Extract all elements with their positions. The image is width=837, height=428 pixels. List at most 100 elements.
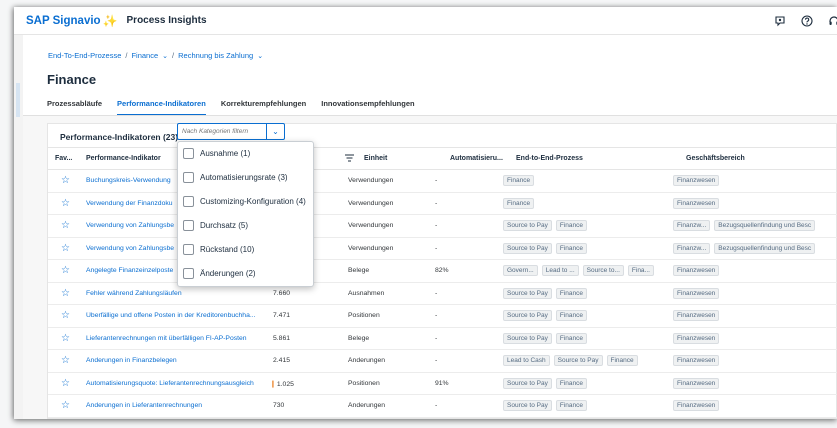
unit-cell: Positionen — [348, 379, 380, 387]
help-icon[interactable] — [800, 14, 814, 28]
table-row[interactable]: ☆ Änderungen in Finanzbelegen 2.415 Änderun… — [48, 350, 837, 373]
checkbox[interactable] — [183, 243, 194, 255]
table-row[interactable]: ☆ Verwendung von Zahlungsbe Verwendungen - S… — [48, 215, 837, 238]
favorite-star-icon[interactable]: ☆ — [61, 175, 70, 186]
indicator-link[interactable]: Änderungen in Finanzbelegen — [86, 357, 264, 364]
breadcrumb-item-rechnung[interactable]: Rechnung bis Zahlung — [178, 51, 253, 60]
favorite-star-icon[interactable]: ☆ — [61, 198, 70, 209]
indicator-value-text: 730 — [273, 402, 285, 409]
indicator-value-text: 2.415 — [273, 357, 291, 364]
chevron-down-icon[interactable]: ⌄ — [266, 124, 284, 139]
category-filter[interactable]: ⌄ — [177, 123, 285, 140]
sort-filter-icon[interactable] — [345, 154, 354, 164]
indicator-value-text: 5.861 — [273, 334, 291, 342]
process-tags: Lead to Cash Source to Pay Finance — [503, 355, 663, 366]
col-header-indicator[interactable]: Performance-Indikator — [86, 155, 161, 162]
indicator-value-text: 7.660 — [273, 289, 291, 297]
col-header-e2e-process[interactable]: End-to-End-Prozess — [516, 155, 583, 162]
process-tags: Finance — [503, 175, 663, 186]
breadcrumb-item-e2e[interactable]: End-To-End-Prozesse — [48, 51, 121, 60]
table-row[interactable]: ☆ Buchungskreis-Verwendung Verwendungen - Fi… — [48, 170, 837, 193]
dropdown-option[interactable]: Ausnahme (1) — [183, 145, 250, 161]
business-tag: Finanzw... — [673, 220, 711, 231]
table-row[interactable]: ☆ Verwendung von Zahlungsbe Verwendungen - S… — [48, 238, 837, 260]
favorite-star-icon[interactable]: ☆ — [61, 310, 70, 321]
category-dropdown: Ausnahme (1) Automatisierungsrate (3) Cu… — [177, 141, 314, 287]
indicator-link[interactable]: Fehler während Zahlungsläufen — [86, 290, 264, 297]
favorite-star-icon[interactable]: ☆ — [61, 400, 70, 411]
dropdown-option[interactable]: Änderungen (2) — [183, 265, 256, 281]
tab-prozessablaeufe[interactable]: Prozessabläufe — [47, 99, 102, 116]
favorite-star-icon[interactable]: ☆ — [61, 378, 70, 389]
process-tags: Source to Pay Finance — [503, 220, 663, 231]
favorite-star-icon[interactable]: ☆ — [61, 355, 70, 366]
tab-korrekturempfehlungen[interactable]: Korrekturempfehlungen — [221, 99, 306, 116]
breadcrumb-item-finance[interactable]: Finance — [131, 51, 158, 60]
app-window: SAP Signavio ✨ Process Insights End-To-E… — [14, 7, 837, 419]
unit-cell: Belege — [348, 267, 370, 274]
dropdown-option[interactable]: Durchsatz (5) — [183, 217, 248, 233]
indicator-link[interactable]: Überfällige und offene Posten in der Kre… — [86, 312, 264, 319]
col-header-favorite[interactable]: Fav... — [55, 155, 72, 162]
unit-cell: Verwendungen — [348, 177, 394, 184]
process-tag: Source to Pay — [503, 377, 552, 389]
table-row[interactable]: ☆ Fehler während Zahlungsläufen 7.660 Ausna… — [48, 283, 837, 305]
dropdown-option[interactable]: Customizing-Konfiguration (4) — [183, 193, 306, 209]
table-row[interactable]: ☆ Angelegte Finanzeinzelposte Belege 82% Gov… — [48, 260, 837, 283]
favorite-star-icon[interactable]: ☆ — [61, 243, 70, 254]
feedback-icon[interactable] — [773, 14, 787, 28]
chevron-down-icon[interactable]: ⌄ — [257, 52, 263, 60]
process-tag: Source to Pay — [503, 287, 552, 299]
sap-signavio-logo[interactable]: SAP Signavio ✨ — [26, 14, 118, 28]
unit-cell: Ausnahmen — [348, 289, 385, 297]
process-tag: Lead to Cash — [503, 355, 550, 366]
dropdown-option[interactable]: Automatisierungsrate (3) — [183, 169, 288, 185]
col-header-unit[interactable]: Einheit — [364, 155, 387, 162]
tab-innovationsempfehlungen[interactable]: Innovationsempfehlungen — [321, 99, 414, 116]
automation-cell: - — [435, 222, 438, 229]
checkbox[interactable] — [183, 195, 194, 207]
process-tags: Source to Pay Finance — [503, 400, 663, 411]
tab-performance-indikatoren[interactable]: Performance-Indikatoren — [117, 99, 206, 116]
indicator-value-text: 7.471 — [273, 312, 291, 319]
support-headset-icon[interactable] — [827, 14, 837, 28]
dropdown-option[interactable]: Rückstand (10) — [183, 241, 254, 257]
process-tag: Source to Pay — [503, 310, 552, 321]
col-header-automation[interactable]: Automatisieru... — [450, 155, 503, 162]
checkbox[interactable] — [183, 219, 194, 231]
business-tag: Bezugsquellenfindung und Besc — [714, 220, 816, 231]
page-title: Finance — [47, 72, 97, 87]
business-tag: Finanzwesen — [673, 355, 720, 366]
favorite-star-icon[interactable]: ☆ — [61, 265, 70, 276]
indicator-link[interactable]: Lieferantenrechnungen mit überfälligen F… — [86, 335, 264, 342]
favorite-star-icon[interactable]: ☆ — [61, 220, 70, 231]
chevron-down-icon[interactable]: ⌄ — [162, 52, 168, 60]
table-row[interactable]: ☆ Verwendung der Finanzdoku Verwendungen - F… — [48, 193, 837, 215]
business-tag: Finanzwesen — [673, 197, 720, 209]
breadcrumb-separator: / — [125, 51, 128, 60]
tab-bar: Prozessabläufe Performance-Indikatoren K… — [47, 99, 415, 116]
col-header-business-area[interactable]: Geschäftsbereich — [686, 155, 745, 162]
business-tag: Finanzwesen — [673, 400, 720, 411]
favorite-star-icon[interactable]: ☆ — [61, 288, 70, 299]
favorite-star-icon[interactable]: ☆ — [61, 333, 70, 344]
business-tags: Finanzwesen — [673, 175, 837, 186]
category-filter-input[interactable] — [178, 128, 261, 135]
table-row[interactable]: ☆ Änderungen in Lieferantenrechnungen 730 Ä… — [48, 395, 837, 418]
indicator-value-text: 1.025 — [276, 380, 294, 388]
indicator-link[interactable]: Änderungen in Lieferantenrechnungen — [86, 402, 264, 409]
checkbox[interactable] — [183, 147, 194, 159]
checkbox[interactable] — [183, 267, 194, 279]
shell-actions — [773, 7, 837, 35]
checkbox[interactable] — [183, 171, 194, 183]
indicator-link[interactable]: Automatisierungsquote: Lieferantenrechnu… — [86, 380, 264, 387]
process-tag: Finance — [606, 355, 638, 366]
screenshot-frame: SAP Signavio ✨ Process Insights End-To-E… — [0, 0, 837, 428]
indicator-value: 7.471 — [273, 312, 323, 319]
process-tag: Lead to ... — [541, 265, 579, 276]
table-row[interactable]: ☆ Lieferantenrechnungen mit überfälligen … — [48, 328, 837, 350]
table-row[interactable]: ☆ Automatisierungsquote: Lieferantenrechn… — [48, 373, 837, 395]
table-row[interactable]: ☆ Überfällige und offene Posten in der Kr… — [48, 305, 837, 328]
automation-cell: - — [435, 177, 438, 184]
option-label: Customizing-Konfiguration (4) — [200, 196, 306, 206]
